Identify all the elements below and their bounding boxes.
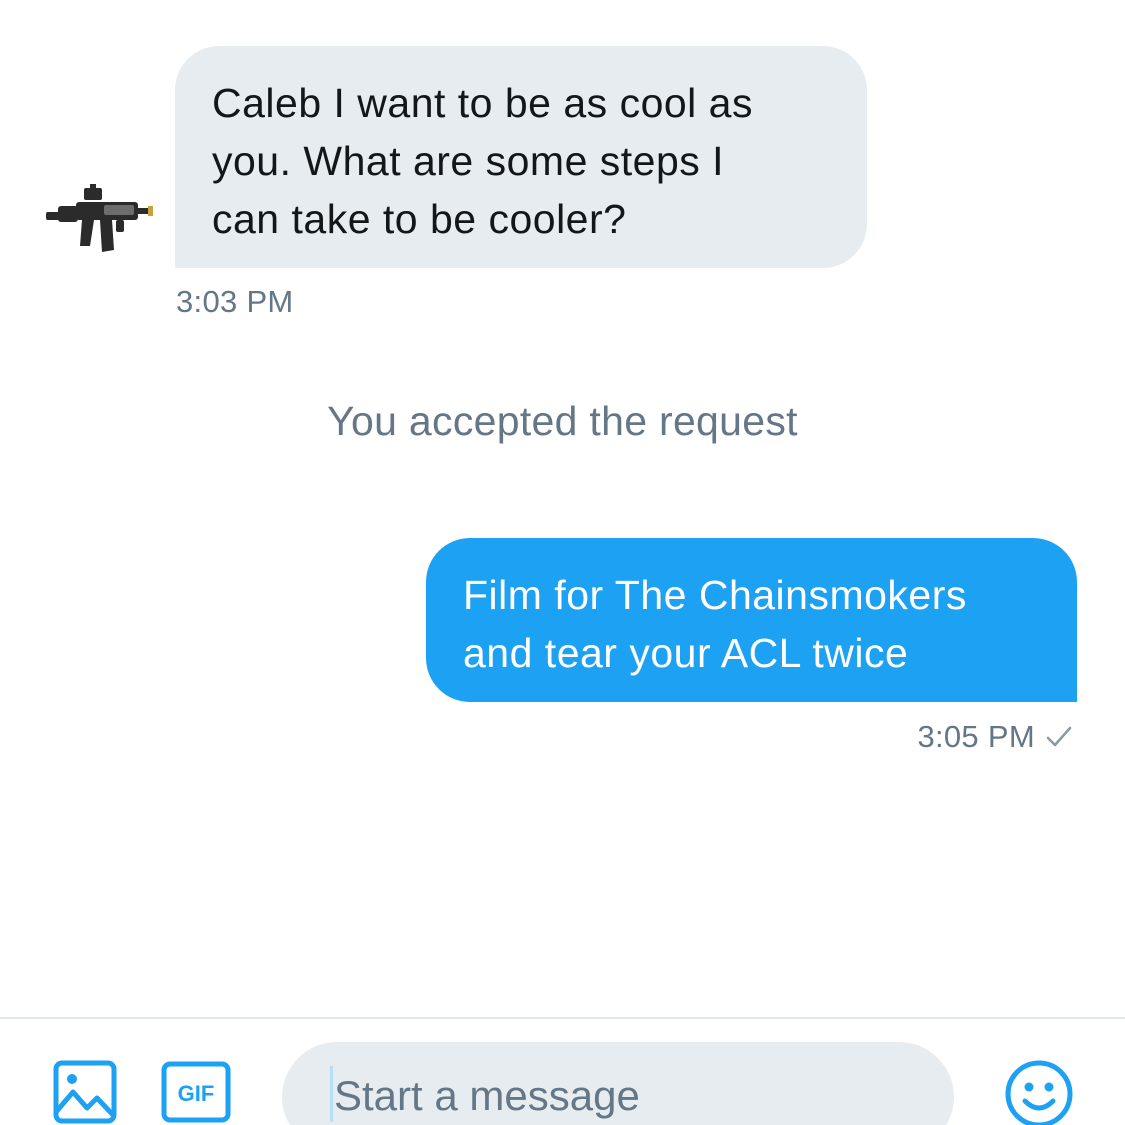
incoming-message-bubble[interactable]: Caleb I want to be as cool as you. What … [175, 46, 867, 268]
message-composer[interactable] [282, 1042, 954, 1125]
gif-button[interactable]: GIF [161, 1061, 231, 1123]
text-cursor [330, 1066, 333, 1122]
emoji-icon[interactable] [1004, 1059, 1074, 1125]
incoming-message-line: can take to be cooler? [212, 196, 627, 242]
rifle-avatar-icon[interactable] [40, 172, 158, 268]
outgoing-message-line: and tear your ACL twice [463, 630, 909, 676]
dm-conversation-screen: Caleb I want to be as cool as you. What … [0, 0, 1125, 1125]
incoming-message-line: Caleb I want to be as cool as [212, 80, 753, 126]
outgoing-message-bubble[interactable]: Film for The Chainsmokers and tear your … [426, 538, 1077, 702]
outgoing-timestamp: 3:05 PM [917, 719, 1035, 754]
system-message: You accepted the request [327, 398, 798, 444]
checkmark-icon [1046, 726, 1072, 747]
composer-divider [0, 1017, 1125, 1019]
gif-label: GIF [178, 1081, 215, 1106]
message-input[interactable] [334, 1068, 914, 1124]
outgoing-message-line: Film for The Chainsmokers [463, 572, 967, 618]
incoming-timestamp: 3:03 PM [176, 284, 294, 319]
incoming-message-line: you. What are some steps I [212, 138, 725, 184]
photo-icon[interactable] [53, 1060, 117, 1124]
outgoing-status-row: 3:05 PM [917, 719, 1073, 755]
